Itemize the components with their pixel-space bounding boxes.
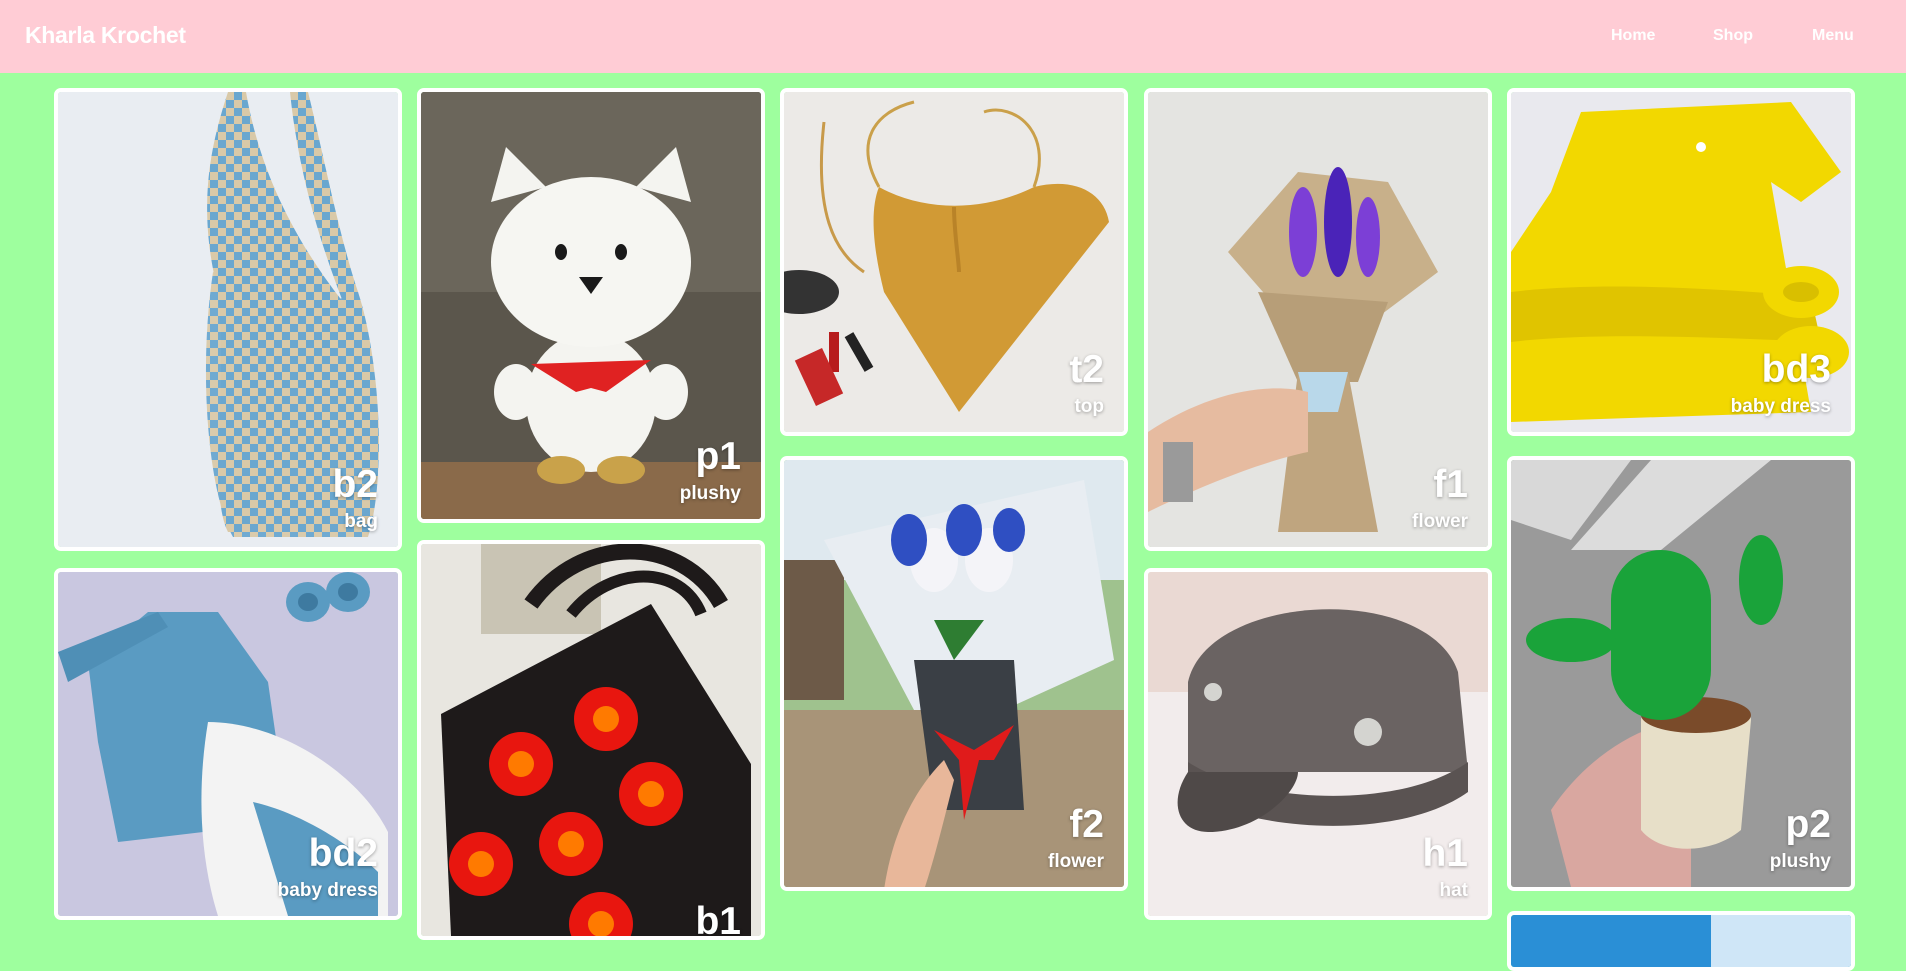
product-code-label: b1 <box>695 900 741 940</box>
product-code-label: h1 <box>1422 832 1468 875</box>
product-card-t2[interactable]: t2 top <box>780 88 1128 436</box>
product-code-label: bd2 <box>308 832 378 875</box>
product-card-bd2[interactable]: bd2 baby dress <box>54 568 402 920</box>
product-card-p2[interactable]: p2 plushy <box>1507 456 1855 891</box>
product-card-p1[interactable]: p1 plushy <box>417 88 765 523</box>
product-category-label: baby dress <box>277 880 378 901</box>
product-card-partial[interactable] <box>1507 911 1855 971</box>
nav-shop-link[interactable]: Shop <box>1713 27 1753 45</box>
product-card-f2[interactable]: f2 flower <box>780 456 1128 891</box>
product-card-b1[interactable]: b1 <box>417 540 765 940</box>
product-category-label: plushy <box>1769 851 1831 872</box>
product-category-label: flower <box>1412 511 1468 532</box>
product-gallery: b2 bag bd2 baby dress p1 plushy b1 t2 to… <box>0 73 1906 971</box>
product-code-label: t2 <box>1069 348 1104 391</box>
product-code-label: p1 <box>695 435 741 478</box>
product-card-h1[interactable]: h1 hat <box>1144 568 1492 920</box>
product-category-label: hat <box>1439 880 1469 901</box>
brand-logo-link[interactable]: Kharla Krochet <box>25 22 186 49</box>
product-category-label: baby dress <box>1730 396 1831 417</box>
product-code-label: p2 <box>1785 803 1831 846</box>
product-card-b2[interactable]: b2 bag <box>54 88 402 551</box>
site-header: Kharla Krochet Home Shop Menu <box>0 0 1906 73</box>
product-code-label: b2 <box>332 463 378 506</box>
product-image-partial <box>1511 915 1851 967</box>
product-category-label: bag <box>344 511 378 532</box>
nav-menu-link[interactable]: Menu <box>1812 27 1854 45</box>
product-card-bd3[interactable]: bd3 baby dress <box>1507 88 1855 436</box>
product-card-f1[interactable]: f1 flower <box>1144 88 1492 551</box>
product-code-label: f2 <box>1069 803 1104 846</box>
nav-home-link[interactable]: Home <box>1611 27 1655 45</box>
product-category-label: plushy <box>679 483 741 504</box>
product-category-label: flower <box>1048 851 1104 872</box>
product-category-label: top <box>1074 396 1104 417</box>
product-image-b1 <box>421 544 761 936</box>
product-code-label: bd3 <box>1761 348 1831 391</box>
product-code-label: f1 <box>1433 463 1468 506</box>
